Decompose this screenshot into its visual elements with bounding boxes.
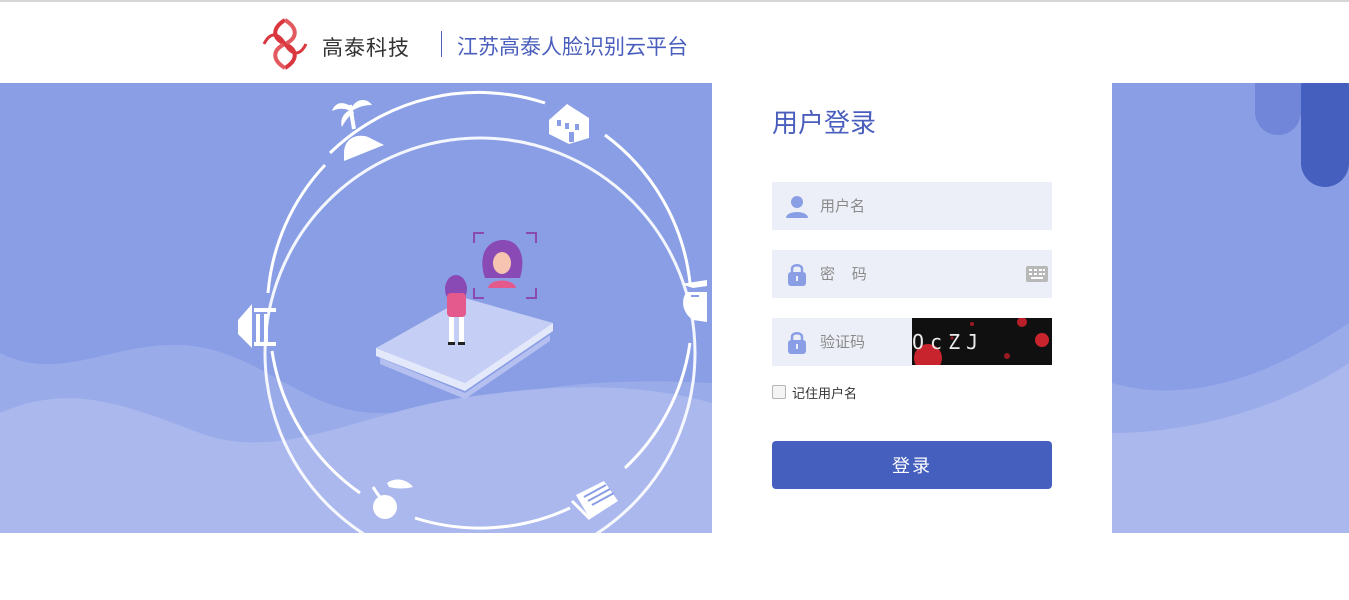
logo-icon [262,18,308,70]
header: 高泰科技 江苏高泰人脸识别云平台 [0,2,1349,83]
password-input[interactable] [820,250,1010,298]
banner: 用户登录 用户名 验证码 OcZJ 记住用户名 登录 [0,83,1349,533]
remember-label: 记住用户名 [792,387,858,402]
remember-checkbox[interactable] [772,385,786,399]
keyboard-icon[interactable] [1026,266,1048,282]
platform-name: 江苏高泰人脸识别云平台 [457,35,688,59]
brand-name: 高泰科技 [322,36,410,60]
palm-tree-icon [332,100,384,161]
login-title: 用户登录 [772,109,877,139]
lock-icon [788,332,806,354]
food-icon [681,280,707,322]
password-field [772,250,1052,298]
captcha-text: OcZJ [912,330,985,354]
header-divider [441,31,442,57]
login-panel: 用户登录 用户名 验证码 OcZJ 记住用户名 登录 [712,83,1112,533]
user-icon [786,196,808,218]
cherry-icon [371,479,413,519]
username-field [772,182,1052,230]
captcha-field [772,318,912,366]
login-button[interactable]: 登录 [772,441,1052,489]
captcha-input[interactable] [820,318,908,366]
pages-icon [570,481,618,521]
username-input[interactable] [820,182,1040,230]
school-building-icon [549,104,589,144]
captcha-image[interactable]: OcZJ [912,318,1052,365]
lock-icon [788,264,806,286]
museum-icon [238,304,276,348]
